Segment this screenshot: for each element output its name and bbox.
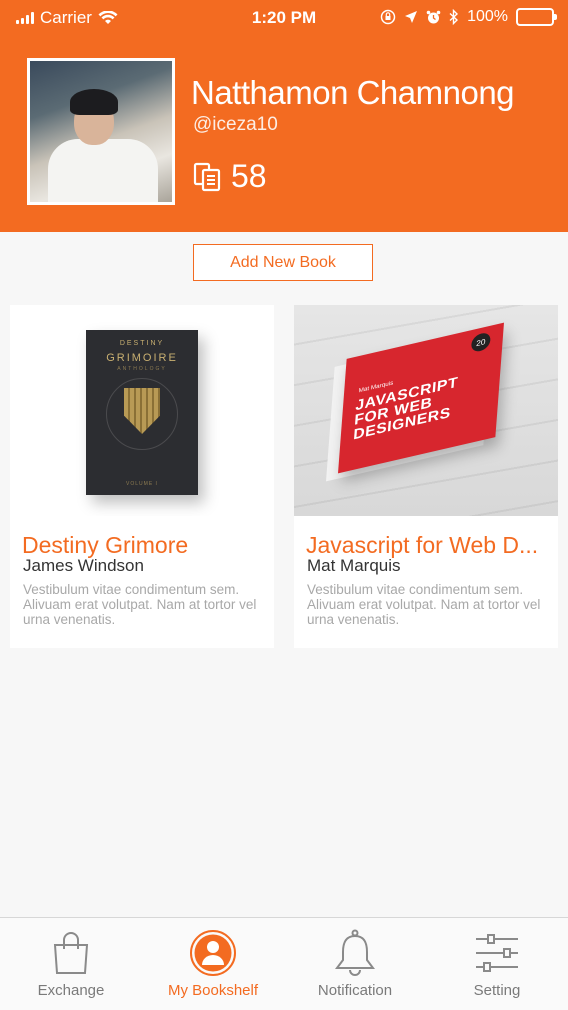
sliders-icon	[472, 928, 522, 978]
tab-exchange[interactable]: Exchange	[0, 918, 142, 1010]
book-title[interactable]: Javascript for Web D...	[306, 532, 551, 559]
tab-label: Setting	[473, 982, 521, 999]
bluetooth-icon	[449, 9, 459, 25]
tab-label: Notification	[317, 982, 393, 999]
book-card[interactable]: DESTINY GRIMOIRE ANTHOLOGY VOLUME I Dest…	[10, 305, 274, 648]
tab-setting[interactable]: Setting	[426, 918, 568, 1010]
book-cover[interactable]: 20 Mat Marquis JAVASCRIPT FOR WEB DESIGN…	[294, 305, 558, 516]
book-description: Vestibulum vitae condimentum sem. Alivua…	[307, 582, 541, 627]
battery-icon	[516, 8, 557, 26]
book-author: James Windson	[23, 556, 144, 575]
tab-my-bookshelf[interactable]: My Bookshelf	[142, 918, 284, 1010]
person-icon	[188, 928, 238, 978]
shopping-bag-icon	[46, 928, 96, 978]
add-new-book-button[interactable]: Add New Book	[193, 244, 373, 281]
book-author: Mat Marquis	[307, 556, 401, 575]
bell-icon	[330, 928, 380, 978]
avatar[interactable]	[27, 58, 175, 205]
tab-label: Exchange	[37, 982, 105, 999]
orientation-lock-icon	[380, 9, 396, 25]
profile-name: Natthamon Chamnong	[191, 74, 515, 111]
book-cover[interactable]: DESTINY GRIMOIRE ANTHOLOGY VOLUME I	[10, 305, 274, 516]
grimoire-book-image: DESTINY GRIMOIRE ANTHOLOGY VOLUME I	[86, 330, 198, 495]
profile-handle: @iceza10	[193, 114, 278, 135]
alarm-icon	[426, 10, 441, 23]
book-title[interactable]: Destiny Grimore	[22, 532, 267, 559]
tab-notification[interactable]: Notification	[284, 918, 426, 1010]
book-description: Vestibulum vitae condimentum sem. Alivua…	[23, 582, 257, 627]
books-icon	[193, 162, 221, 191]
profile-header: Natthamon Chamnong @iceza10 58	[0, 36, 568, 232]
battery-percent: 100%	[467, 8, 508, 25]
book-count-row: 58	[193, 158, 267, 195]
status-bar: Carrier 1:20 PM 100%	[0, 0, 568, 36]
book-count: 58	[231, 158, 267, 194]
tab-bar: Exchange My Bookshelf Notification Setti…	[0, 917, 568, 1010]
location-icon	[405, 11, 418, 23]
status-icons: 100%	[380, 8, 557, 26]
book-card[interactable]: 20 Mat Marquis JAVASCRIPT FOR WEB DESIGN…	[294, 305, 558, 648]
tab-label: My Bookshelf	[167, 982, 259, 999]
